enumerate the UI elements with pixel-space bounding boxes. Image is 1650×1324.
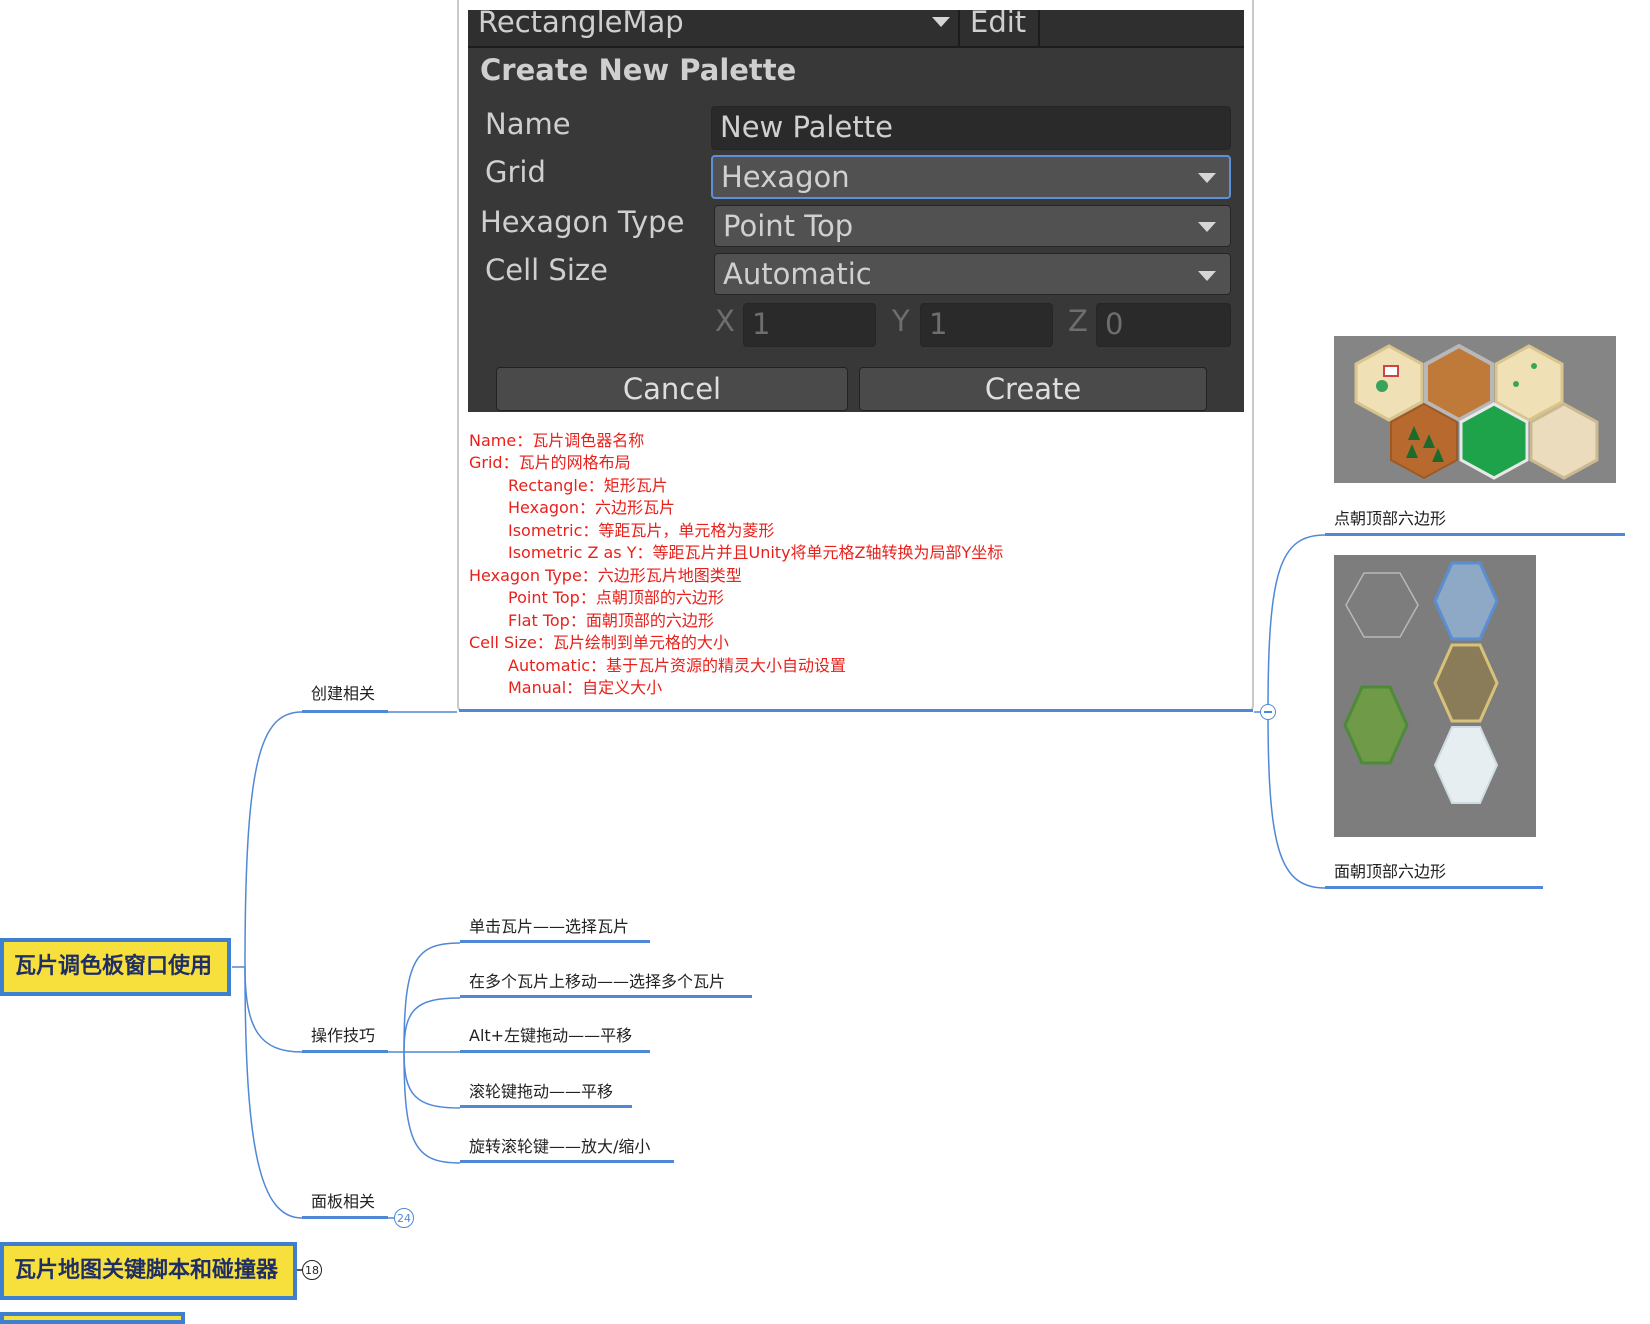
chevron-down-icon[interactable]: [932, 17, 950, 27]
ops-item[interactable]: 旋转滚轮键——放大/缩小: [469, 1133, 650, 1157]
x-field: 1: [743, 303, 876, 347]
note-line: Hexagon：六边形瓦片: [508, 498, 675, 517]
chevron-down-icon[interactable]: [1198, 222, 1216, 232]
point-top-hex-image: [1334, 336, 1616, 483]
create-button[interactable]: Create: [859, 367, 1207, 411]
root-topic-tilemap-scripts[interactable]: 瓦片地图关键脚本和碰撞器: [0, 1242, 297, 1300]
note-card-underline: [459, 709, 1253, 712]
x-label: X: [715, 304, 735, 338]
hex-caption-underline: [1325, 533, 1625, 536]
ops-item-underline: [460, 1105, 632, 1108]
unity-create-palette-dialog: RectangleMap Edit Create New Palette Nam…: [468, 10, 1244, 412]
hex-caption-point-top[interactable]: 点朝顶部六边形: [1334, 505, 1446, 529]
hex-caption-flat-top[interactable]: 面朝顶部六边形: [1334, 858, 1446, 882]
y-label: Y: [892, 304, 910, 338]
hex-caption-underline: [1325, 886, 1543, 889]
branch-ops-underline: [302, 1050, 388, 1053]
flat-top-hex-image: [1334, 555, 1536, 837]
ops-item-underline: [460, 940, 650, 943]
grid-label: Grid: [485, 155, 546, 189]
branch-panel-underline: [302, 1216, 388, 1219]
ops-item-underline: [460, 1050, 650, 1053]
note-line: Automatic：基于瓦片资源的精灵大小自动设置: [508, 656, 847, 675]
cell-size-select[interactable]: Automatic: [714, 253, 1231, 295]
branch-panel[interactable]: 面板相关: [311, 1188, 375, 1212]
ops-item-underline: [460, 1160, 674, 1163]
branch-create[interactable]: 创建相关: [311, 680, 375, 704]
collapsed-count-badge[interactable]: 24: [394, 1208, 414, 1228]
branch-ops[interactable]: 操作技巧: [311, 1022, 375, 1046]
z-label: Z: [1068, 304, 1088, 338]
note-line: Name：瓦片调色器名称: [469, 431, 645, 450]
ops-item[interactable]: 单击瓦片——选择瓦片: [469, 913, 629, 937]
note-line: Manual：自定义大小: [508, 678, 663, 697]
collapsed-count-badge[interactable]: 18: [302, 1260, 322, 1280]
chevron-down-icon[interactable]: [1198, 173, 1216, 183]
note-line: Flat Top：面朝顶部的六边形: [508, 611, 714, 630]
note-line: Rectangle：矩形瓦片: [508, 476, 668, 495]
note-line: Hexagon Type：六边形瓦片地图类型: [469, 566, 742, 585]
hexagon-type-select[interactable]: Point Top: [714, 205, 1231, 247]
cancel-button[interactable]: Cancel: [496, 367, 848, 411]
collapse-button[interactable]: [1260, 704, 1276, 720]
note-line: Isometric Z as Y：等距瓦片并且Unity将单元格Z轴转换为局部Y…: [508, 543, 1004, 562]
y-field: 1: [920, 303, 1053, 347]
chevron-down-icon[interactable]: [1198, 271, 1216, 281]
note-line: Grid：瓦片的网格布局: [469, 453, 631, 472]
ops-item-underline: [460, 995, 752, 998]
ops-item[interactable]: 滚轮键拖动——平移: [469, 1078, 613, 1102]
grid-select[interactable]: Hexagon: [711, 155, 1231, 199]
dialog-heading: Create New Palette: [480, 53, 797, 87]
cell-size-label: Cell Size: [485, 253, 608, 287]
divider: [958, 10, 960, 46]
note-line: Isometric：等距瓦片，单元格为菱形: [508, 521, 775, 540]
note-line: Point Top：点朝顶部的六边形: [508, 588, 724, 607]
name-label: Name: [485, 107, 571, 141]
root-topic-tile-palette[interactable]: 瓦片调色板窗口使用: [0, 938, 231, 996]
root-topic-partial[interactable]: [0, 1312, 185, 1324]
branch-create-underline: [302, 710, 388, 713]
z-field: 0: [1096, 303, 1231, 347]
ops-item[interactable]: 在多个瓦片上移动——选择多个瓦片: [469, 968, 725, 992]
note-line: Cell Size：瓦片绘制到单元格的大小: [469, 633, 729, 652]
hexagon-type-label: Hexagon Type: [480, 205, 685, 239]
name-field[interactable]: New Palette: [711, 106, 1231, 150]
edit-button[interactable]: Edit: [970, 10, 1026, 39]
ops-item[interactable]: Alt+左键拖动——平移: [469, 1022, 632, 1046]
divider: [1038, 10, 1040, 46]
map-dropdown[interactable]: RectangleMap: [478, 10, 684, 39]
